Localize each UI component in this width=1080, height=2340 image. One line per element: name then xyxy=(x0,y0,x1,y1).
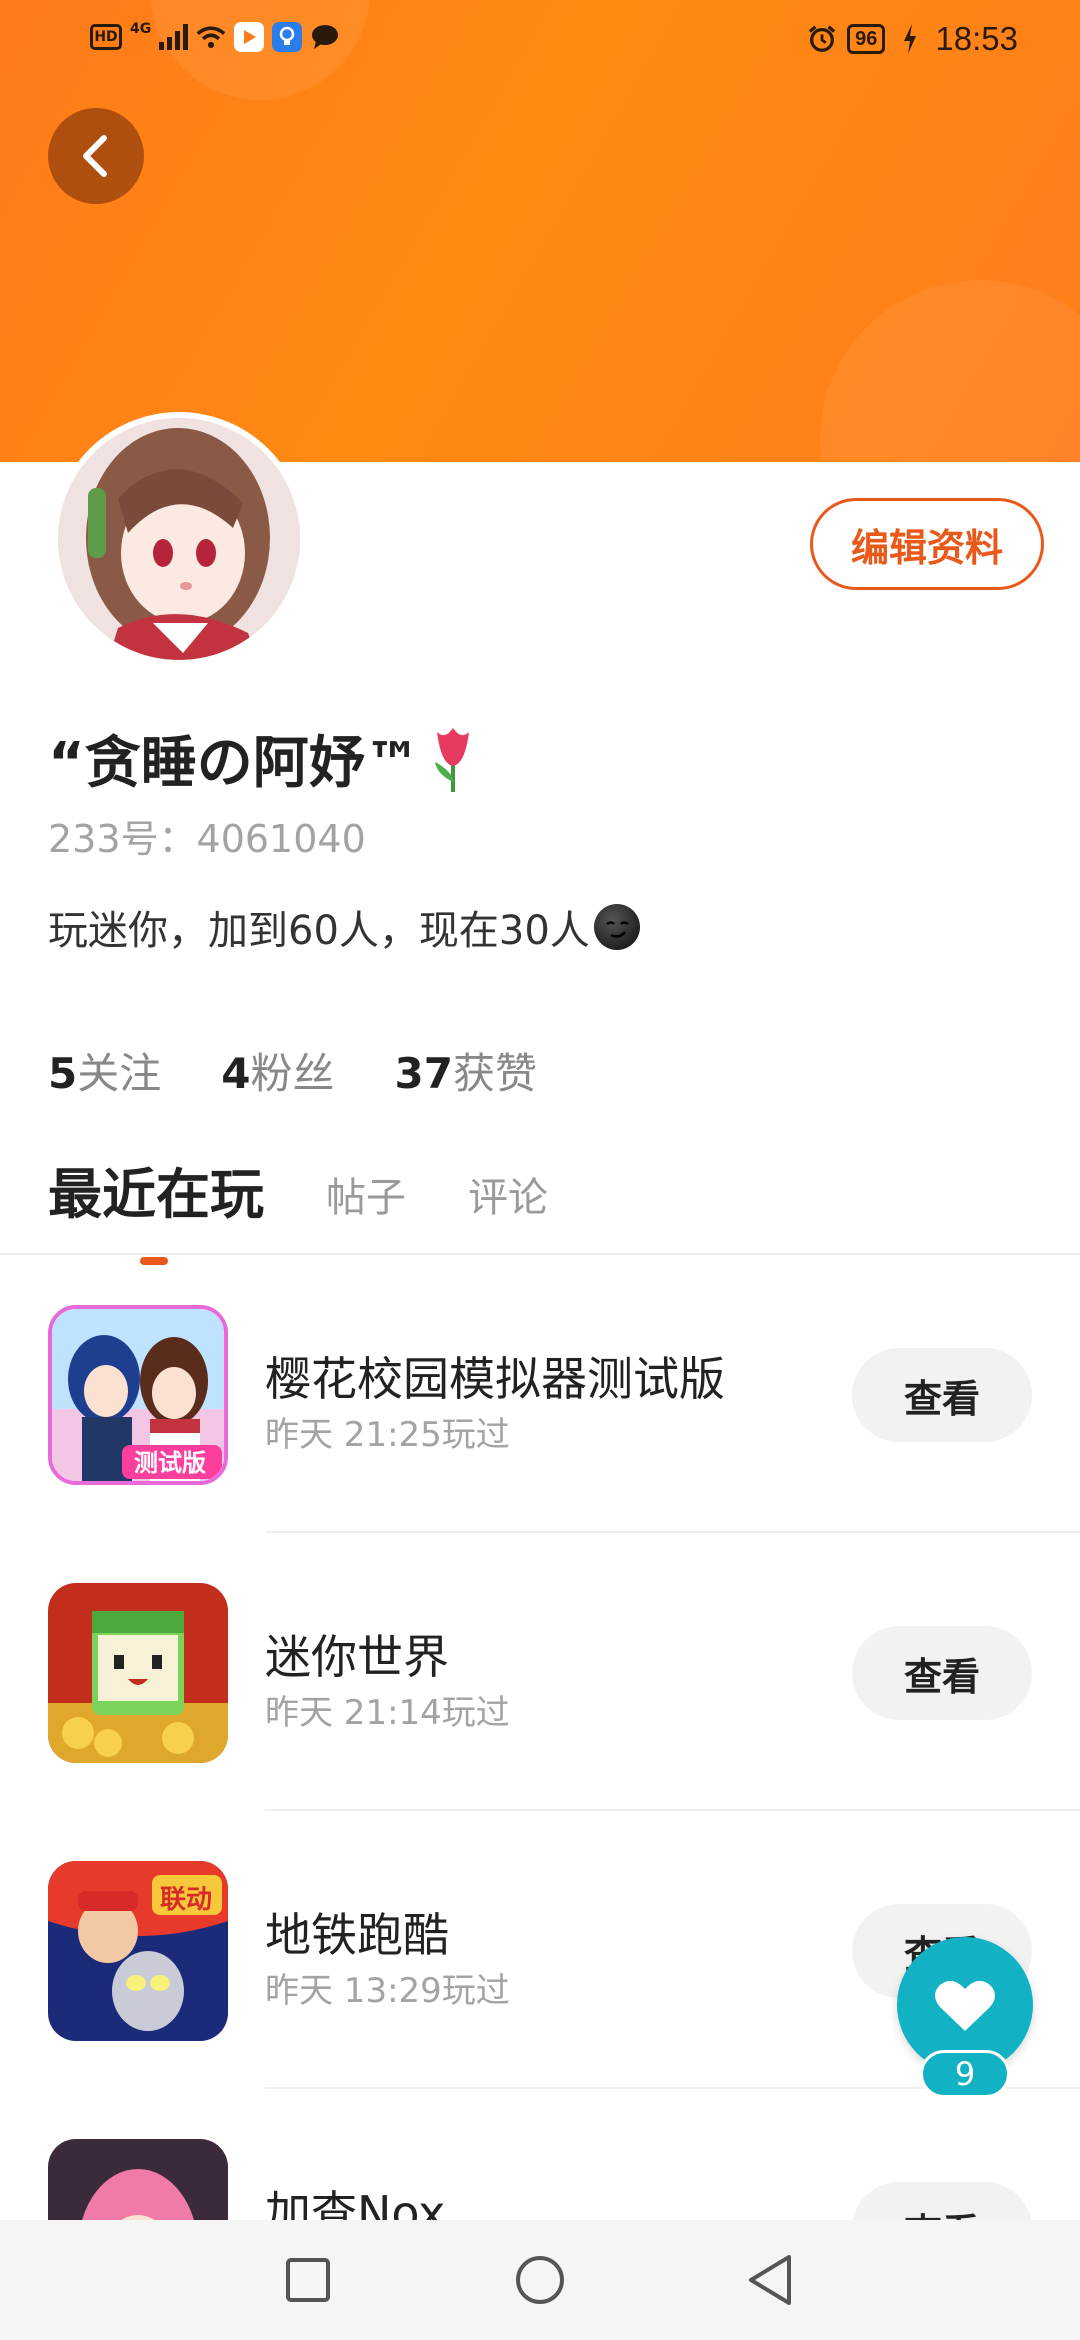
tab-comments[interactable]: 评论 xyxy=(468,1165,548,1229)
game-badge: 联动 xyxy=(160,1885,213,1915)
banner-decoration xyxy=(820,280,1080,462)
charging-icon xyxy=(895,24,925,54)
game-title: 樱花校园模拟器测试版 xyxy=(265,1352,725,1406)
edit-profile-button[interactable]: 编辑资料 xyxy=(810,498,1044,590)
network-type: 4G xyxy=(130,21,152,37)
tulip-icon xyxy=(434,727,469,792)
user-id: 233号：4061040 xyxy=(48,817,366,861)
nickname: “贪睡の阿妤™ xyxy=(48,718,479,799)
system-nav-bar xyxy=(0,2220,1080,2340)
alarm-icon xyxy=(807,24,837,54)
played-time: 昨天 13:29玩过 xyxy=(265,1971,510,2011)
circle-icon xyxy=(516,2256,564,2304)
bio-text: 玩迷你，加到60人，现在30人 xyxy=(48,908,590,954)
stat-likes[interactable]: 37获赞 xyxy=(395,1040,537,1101)
tab-posts[interactable]: 帖子 xyxy=(326,1165,406,1229)
profile-tabs: 最近在玩 帖子 评论 xyxy=(48,1150,548,1265)
stats-row: 5关注 4粉丝 37获赞 xyxy=(48,1040,537,1101)
hd-icon: HD xyxy=(90,24,122,50)
recent-apps-button[interactable] xyxy=(278,2250,338,2310)
chat-bubble-icon xyxy=(310,22,340,52)
tab-recent-played[interactable]: 最近在玩 xyxy=(48,1150,264,1265)
game-title: 地铁跑酷 xyxy=(265,1908,449,1962)
game-badge: 测试版 xyxy=(134,1449,206,1477)
game-icon-mini-world xyxy=(48,1583,228,1763)
avatar-image xyxy=(58,418,300,660)
triangle-back-icon xyxy=(749,2255,791,2305)
game-title: 迷你世界 xyxy=(265,1630,449,1684)
game-icon-subway-surfers: 联动 xyxy=(48,1861,228,2041)
back-nav-button[interactable] xyxy=(740,2250,800,2310)
heart-icon xyxy=(935,1980,995,2031)
wifi-icon xyxy=(196,22,226,52)
back-button[interactable] xyxy=(48,108,144,204)
chevron-left-icon xyxy=(83,135,107,177)
list-item[interactable]: 迷你世界 昨天 21:14玩过 查看 xyxy=(0,1533,1080,1813)
signal-icon xyxy=(159,24,189,50)
bio: 玩迷你，加到60人，现在30人 xyxy=(48,898,640,956)
square-icon xyxy=(286,2258,330,2302)
played-time: 昨天 21:25玩过 xyxy=(265,1415,510,1455)
avatar[interactable] xyxy=(52,412,306,666)
smirk-face-icon xyxy=(593,904,640,950)
nickname-text: “贪睡の阿妤™ xyxy=(48,731,421,796)
video-app-icon xyxy=(234,22,265,52)
stat-followers[interactable]: 4粉丝 xyxy=(221,1040,334,1101)
played-time: 昨天 21:14玩过 xyxy=(265,1693,510,1733)
stat-following[interactable]: 5关注 xyxy=(48,1040,161,1101)
like-count-badge: 9 xyxy=(920,2050,1010,2098)
lightbulb-app-icon xyxy=(272,22,303,52)
status-bar: HD 4G 96 18:53 xyxy=(0,0,1080,84)
home-button[interactable] xyxy=(510,2250,570,2310)
list-item[interactable]: 测试版 樱花校园模拟器测试版 昨天 21:25玩过 查看 xyxy=(0,1255,1080,1535)
view-button[interactable]: 查看 xyxy=(852,1626,1032,1720)
clock: 18:53 xyxy=(935,20,1018,57)
game-icon-sakura: 测试版 xyxy=(48,1305,228,1485)
battery-indicator: 96 xyxy=(847,24,886,54)
view-button[interactable]: 查看 xyxy=(852,1348,1032,1442)
